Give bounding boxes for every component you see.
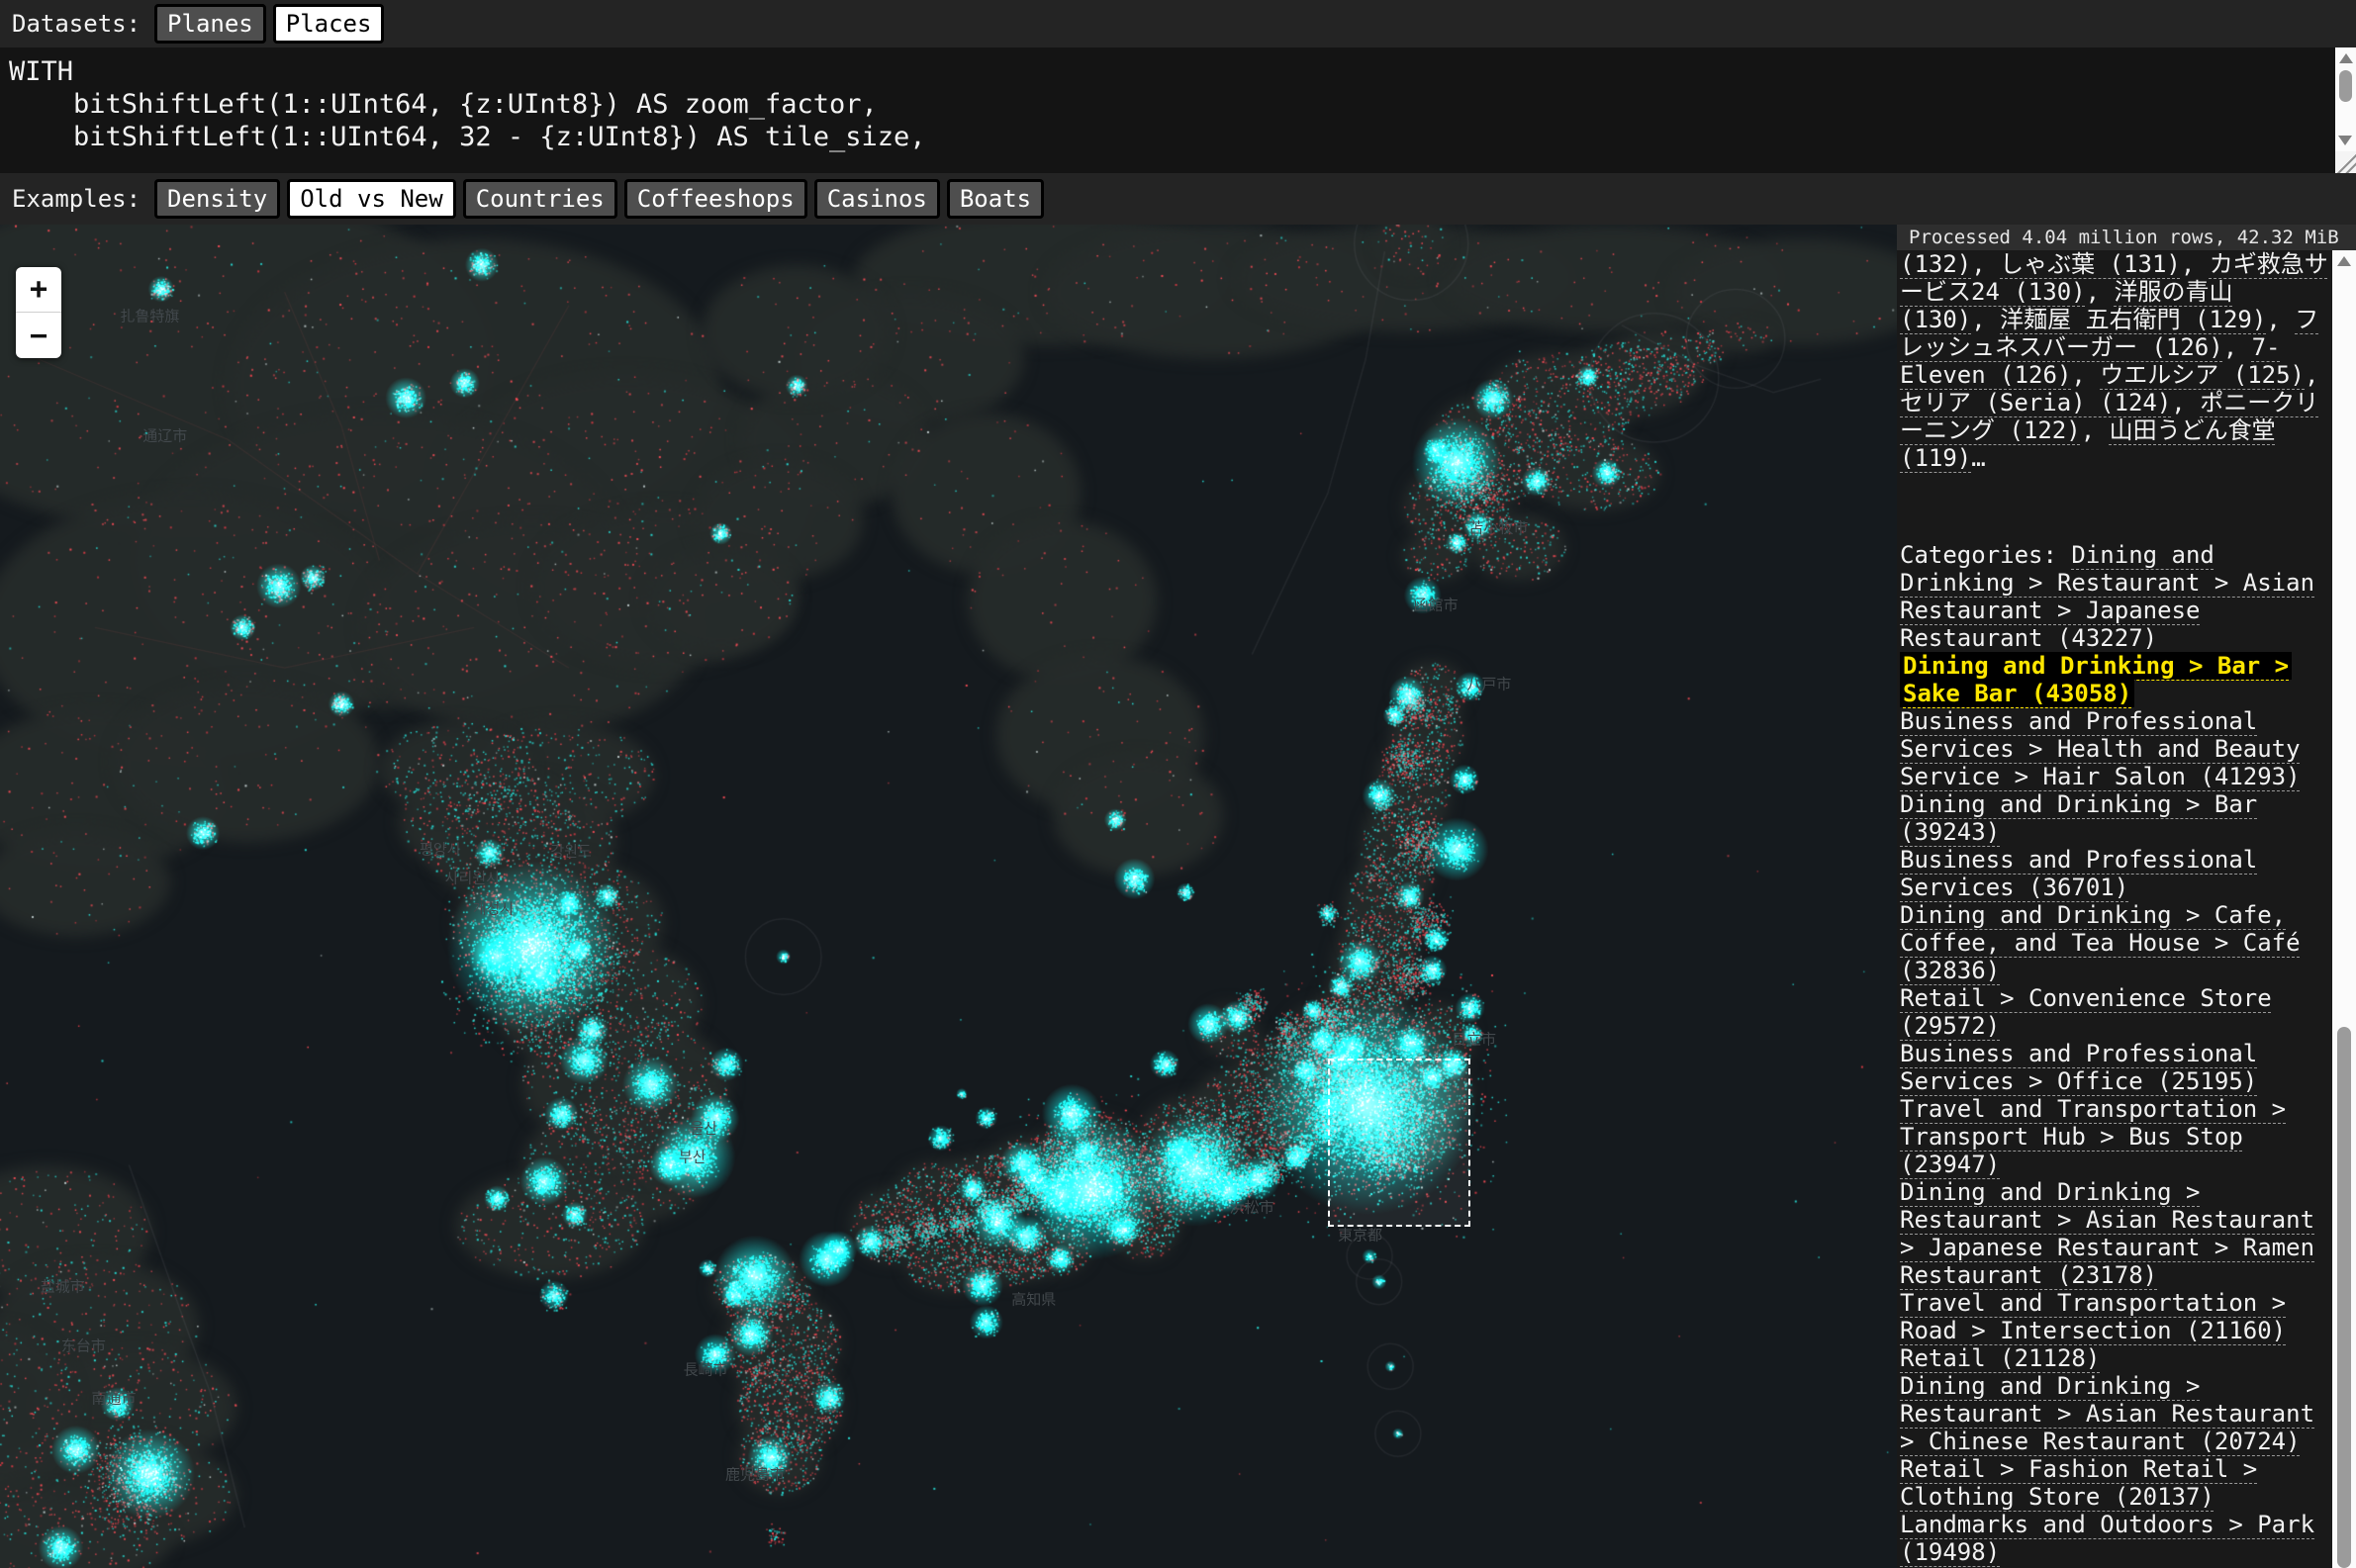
sql-code[interactable]: WITH bitShiftLeft(1::UInt64, {z:UInt8}) … bbox=[0, 47, 2356, 161]
code-scrollbar-thumb[interactable] bbox=[2339, 70, 2352, 102]
category-link[interactable]: Dining and Drinking > Restaurant > Asian… bbox=[1900, 1178, 2314, 1289]
examples-buttons: DensityOld vs NewCountriesCoffeeshopsCas… bbox=[154, 179, 1051, 219]
category-link[interactable]: Retail (21128) bbox=[1900, 1344, 2100, 1372]
status-bar: Processed 4.04 million rows, 42.32 MiB bbox=[1897, 225, 2356, 250]
category-link[interactable]: Travel and Transportation > Road > Inter… bbox=[1900, 1289, 2286, 1344]
example-button-boats[interactable]: Boats bbox=[947, 179, 1044, 219]
brand-link[interactable]: 洋麺屋 五右衛門 (129) bbox=[2000, 306, 2266, 333]
category-link[interactable]: Dining and Drinking > Restaurant > Asian… bbox=[1900, 1372, 2314, 1455]
map-zoom-control: + − bbox=[16, 267, 61, 358]
category-link[interactable]: Dining and Drinking > Bar (39243) bbox=[1900, 790, 2257, 846]
map-selection-rectangle[interactable] bbox=[1328, 1059, 1470, 1227]
category-link[interactable]: Retail > Convenience Store (29572) bbox=[1900, 984, 2272, 1040]
category-link[interactable]: Retail > Fashion Retail > Clothing Store… bbox=[1900, 1455, 2257, 1511]
dataset-button-planes[interactable]: Planes bbox=[154, 4, 266, 44]
example-button-countries[interactable]: Countries bbox=[463, 179, 617, 219]
category-link[interactable]: Business and Professional Services > Hea… bbox=[1900, 707, 2301, 790]
code-scrollbar[interactable] bbox=[2335, 47, 2356, 151]
datasets-bar: Datasets: PlanesPlaces bbox=[0, 0, 2356, 47]
example-button-coffeeshops[interactable]: Coffeeshops bbox=[624, 179, 807, 219]
scroll-down-icon[interactable] bbox=[2338, 136, 2352, 145]
category-link[interactable]: Dining and Drinking > Cafe, Coffee, and … bbox=[1900, 901, 2301, 984]
scroll-up-icon[interactable] bbox=[2339, 53, 2353, 63]
brand-link[interactable]: しゃぶ葉 (131) bbox=[2000, 250, 2181, 278]
zoom-in-button[interactable]: + bbox=[16, 267, 61, 313]
brand-link[interactable]: セリア (Seria) (124) bbox=[1900, 389, 2171, 416]
example-button-casinos[interactable]: Casinos bbox=[814, 179, 940, 219]
map-canvas[interactable] bbox=[0, 225, 1897, 1568]
sidebar-content: (132), しゃぶ葉 (131), カギ救急サービス24 (130), 洋服の… bbox=[1900, 250, 2332, 1568]
category-link-selected[interactable]: Dining and Drinking > Bar > Sake Bar (43… bbox=[1900, 652, 2292, 707]
datasets-label: Datasets: bbox=[12, 10, 141, 38]
category-link[interactable]: Travel and Transportation > Transport Hu… bbox=[1900, 1095, 2286, 1178]
category-link[interactable]: Business and Professional Services > Off… bbox=[1900, 1040, 2257, 1095]
categories-label: Categories: bbox=[1900, 541, 2071, 569]
datasets-buttons: PlanesPlaces bbox=[154, 4, 391, 44]
resize-grip-icon[interactable] bbox=[2335, 151, 2356, 173]
scroll-up-icon[interactable] bbox=[2337, 256, 2351, 266]
sidebar: Processed 4.04 million rows, 42.32 MiB (… bbox=[1897, 225, 2356, 1568]
example-button-density[interactable]: Density bbox=[154, 179, 280, 219]
category-link[interactable]: Business and Professional Services (3670… bbox=[1900, 846, 2257, 901]
example-button-old-vs-new[interactable]: Old vs New bbox=[287, 179, 456, 219]
examples-bar: Examples: DensityOld vs NewCountriesCoff… bbox=[0, 173, 2356, 225]
brands-list: (132), しゃぶ葉 (131), カギ救急サービス24 (130), 洋服の… bbox=[1900, 250, 2332, 472]
sidebar-scrollbar-thumb[interactable] bbox=[2337, 1027, 2351, 1568]
zoom-out-button[interactable]: − bbox=[16, 313, 61, 358]
dataset-button-places[interactable]: Places bbox=[273, 4, 385, 44]
map[interactable]: 扎鲁特旗通辽市평양시사리원시개성시강원도울산부산日立市東京都浜松市高知県長崎市鹿… bbox=[0, 225, 1897, 1568]
examples-label: Examples: bbox=[12, 185, 141, 213]
app: Datasets: PlanesPlaces WITH bitShiftLeft… bbox=[0, 0, 2356, 1568]
brand-link[interactable]: (132) bbox=[1900, 250, 1971, 278]
sql-editor[interactable]: WITH bitShiftLeft(1::UInt64, {z:UInt8}) … bbox=[0, 47, 2356, 173]
content: 扎鲁特旗通辽市평양시사리원시개성시강원도울산부산日立市東京都浜松市高知県長崎市鹿… bbox=[0, 225, 2356, 1568]
categories-list: Categories: Dining and Drinking > Restau… bbox=[1900, 541, 2332, 1566]
category-link[interactable]: Landmarks and Outdoors > Park (19498) bbox=[1900, 1511, 2314, 1566]
brand-link[interactable]: ウエルシア (125) bbox=[2100, 361, 2305, 389]
sidebar-scrollbar[interactable] bbox=[2332, 250, 2356, 1568]
